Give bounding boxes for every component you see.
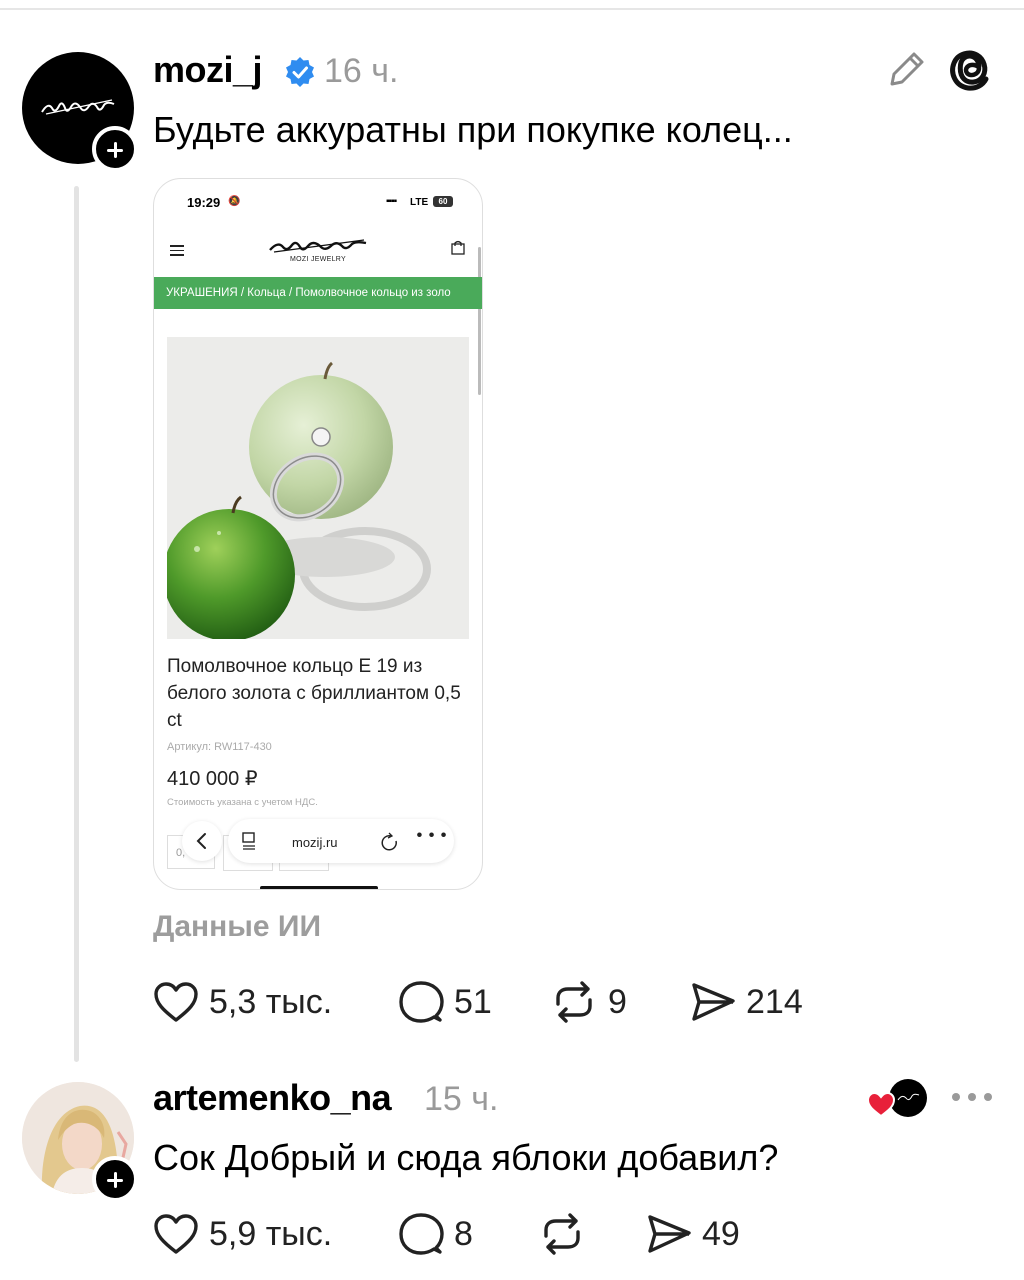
product-title: Помолвочное кольцо E 19 из белого золота… — [167, 656, 461, 731]
bell-off-icon: 🔕 — [228, 196, 241, 207]
like-button[interactable]: 5,3 тыс. — [153, 980, 332, 1024]
like-count: 5,3 тыс. — [209, 983, 333, 1021]
product-image — [167, 337, 469, 639]
comment-icon — [399, 1213, 444, 1255]
product-sku: Артикул: RW117-430 — [167, 741, 272, 753]
repost-button[interactable]: 9 — [550, 980, 627, 1024]
reply-time: 15 ч. — [424, 1080, 499, 1118]
network-label: LTE — [410, 197, 429, 208]
thread-line — [74, 186, 79, 1062]
reply-username[interactable]: artemenko_na — [153, 1080, 392, 1116]
reply-repost-button[interactable] — [538, 1212, 586, 1256]
status-time: 19:29 — [187, 195, 221, 210]
reply-share-count: 49 — [702, 1215, 740, 1253]
repost-count: 9 — [608, 983, 627, 1021]
breadcrumb: УКРАШЕНИЯ / Кольца / Помолвочное кольцо … — [154, 277, 482, 309]
pencil-icon[interactable] — [884, 46, 930, 92]
brand-logo-icon — [269, 239, 367, 253]
share-icon — [692, 983, 735, 1021]
comment-icon — [399, 981, 444, 1023]
share-icon — [648, 1215, 691, 1253]
reply-like-button[interactable]: 5,9 тыс. — [153, 1212, 332, 1256]
home-indicator — [260, 886, 378, 889]
post-text: Будьте аккуратны при покупке колец... — [153, 109, 793, 150]
browser-more-icon: • • • — [416, 827, 448, 844]
product-price: 410 000 ₽ — [167, 768, 258, 790]
reply-reply-button[interactable]: 8 — [398, 1212, 473, 1256]
battery-icon: 60 — [433, 196, 453, 207]
bag-icon — [451, 240, 465, 255]
repost-icon — [544, 1213, 580, 1255]
browser-back-button — [182, 821, 222, 861]
reply-share-button[interactable]: 49 — [646, 1212, 740, 1256]
attached-screenshot[interactable]: 19:29 🔕 ▪▪▪▪ LTE 60 MOZI JEWELRY УКРАШЕН… — [153, 178, 483, 890]
heart-icon — [154, 982, 198, 1022]
heart-icon — [154, 1214, 198, 1254]
top-divider — [0, 8, 1024, 10]
follow-plus-icon[interactable] — [92, 1156, 138, 1202]
reply-count: 51 — [454, 983, 492, 1021]
brand-caption: MOZI JEWELRY — [290, 256, 346, 263]
browser-url: mozij.ru — [292, 835, 338, 850]
signal-icon: ▪▪▪▪ — [386, 196, 397, 207]
reply-text: Сок Добрый и сюда яблоки добавил? — [153, 1137, 779, 1178]
post-time: 16 ч. — [324, 52, 399, 90]
reply-reply-count: 8 — [454, 1215, 473, 1253]
repost-icon — [556, 981, 592, 1023]
reply-like-count: 5,9 тыс. — [209, 1215, 333, 1253]
menu-icon — [170, 245, 184, 256]
vat-note: Стоимость указана с учетом НДС. — [167, 797, 318, 808]
verified-badge-icon — [286, 57, 314, 87]
author-liked-icon — [866, 1079, 927, 1118]
brand-logo-icon — [41, 99, 115, 115]
threads-logo-icon[interactable] — [946, 44, 994, 92]
reply-button[interactable]: 51 — [398, 980, 492, 1024]
follow-plus-icon[interactable] — [92, 126, 138, 172]
post-username[interactable]: mozi_j — [153, 52, 263, 88]
ai-info-label[interactable]: Данные ИИ — [153, 910, 321, 944]
share-count: 214 — [746, 983, 803, 1021]
more-icon[interactable] — [950, 1090, 994, 1104]
scrollbar — [478, 247, 481, 395]
share-button[interactable]: 214 — [690, 980, 803, 1024]
